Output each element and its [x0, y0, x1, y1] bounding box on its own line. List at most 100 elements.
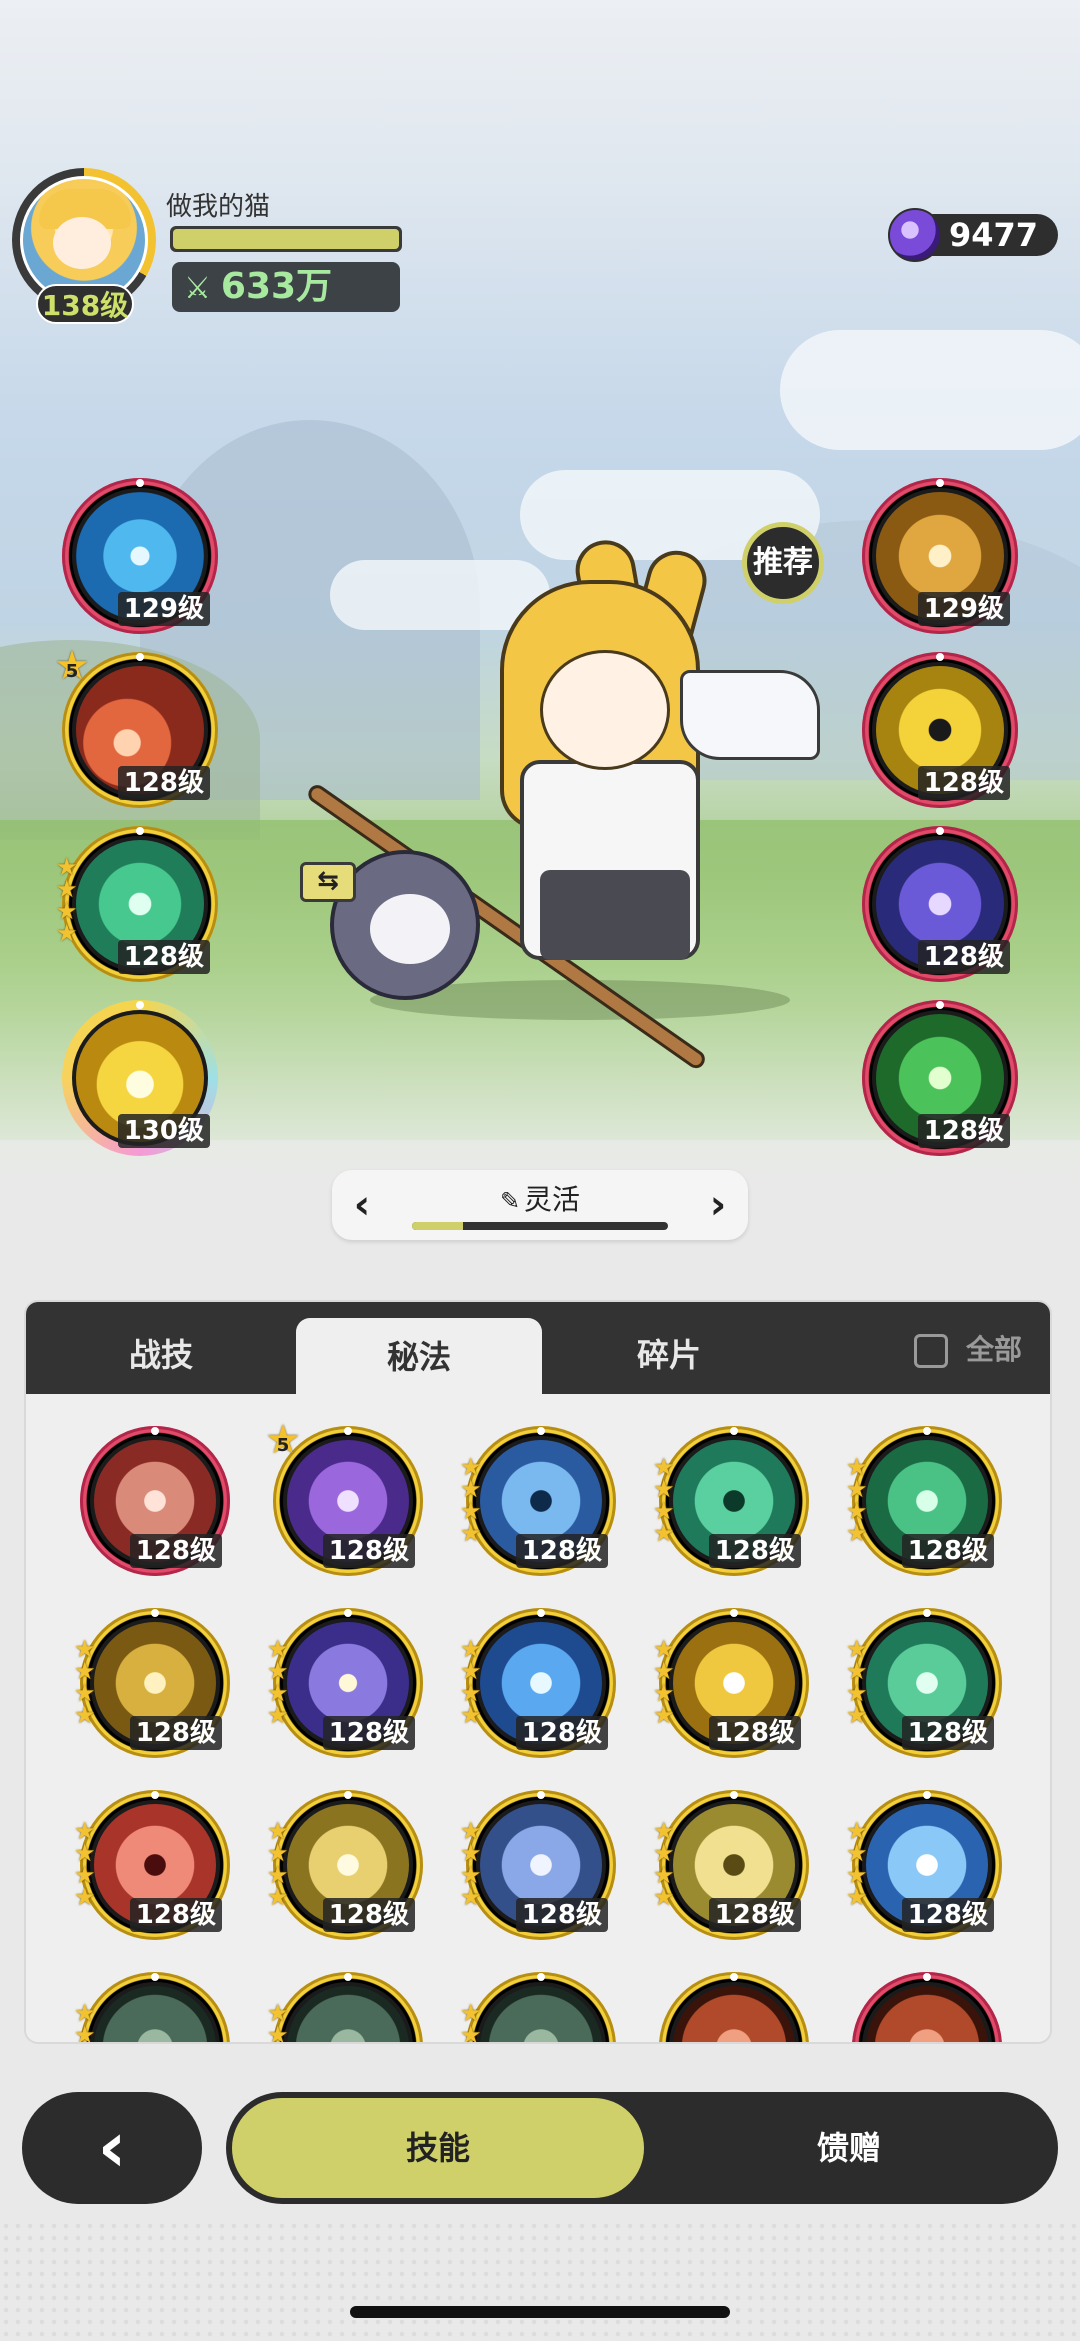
skill-level-label: 128级: [917, 766, 1010, 800]
tab-gifts[interactable]: 馈赠: [646, 2098, 1052, 2198]
swap-icon: ⇆: [317, 866, 339, 896]
skill-level-label: 128级: [515, 1716, 608, 1750]
swap-pet-button[interactable]: ⇆: [300, 862, 356, 902]
next-build-button[interactable]: ›: [698, 1180, 738, 1230]
equipped-skill-right-2[interactable]: 128级: [862, 652, 1018, 808]
build-name[interactable]: ✎ 灵活: [332, 1178, 748, 1218]
star-icon: ★: [846, 1701, 868, 1729]
skill-slot[interactable]: ★★★★: [267, 1972, 423, 2042]
dim-red-icon: [862, 1982, 992, 2042]
star-rating: ★★★★: [74, 2001, 102, 2044]
skill-level-label: 128级: [901, 1898, 994, 1932]
equipped-skill-right-1[interactable]: 129级: [862, 478, 1018, 634]
star-icon: ★: [846, 1883, 868, 1911]
equipped-skill-left-4[interactable]: 130级: [62, 1000, 218, 1156]
equipped-skill-left-3[interactable]: ★ ★ ★ ★ 128级: [56, 826, 218, 982]
edit-pencil-icon: ✎: [499, 1187, 521, 1215]
star-rating: ★★★★: [460, 2001, 488, 2042]
show-all-label: 全部: [965, 1333, 1022, 1366]
star-icon: ★: [74, 2021, 96, 2044]
skill-slot[interactable]: [659, 1972, 809, 2042]
dim-icon: [90, 1982, 220, 2042]
skill-slot[interactable]: ★ ★ ★ ★ 128级: [846, 1426, 1002, 1576]
player-name: 做我的猫: [166, 192, 271, 222]
skill-slot[interactable]: ★ ★ ★ ★ 128级: [267, 1608, 423, 1758]
show-all-toggle[interactable]: 全部: [913, 1332, 1022, 1368]
recommend-button[interactable]: 推荐: [742, 522, 824, 604]
skill-level-label: 128级: [917, 1114, 1010, 1148]
tab-skills[interactable]: 技能: [232, 2098, 644, 2198]
skill-slot[interactable]: ★ ★ ★ ★ 128级: [74, 1790, 230, 1940]
star-icon: ★: [267, 1701, 289, 1729]
back-button[interactable]: ‹: [22, 2092, 202, 2204]
orb-top-marker: [923, 1973, 931, 1981]
skill-slot[interactable]: ★ ★ ★ ★ 128级: [460, 1608, 616, 1758]
build-selector: ‹ ✎ 灵活 ›: [332, 1170, 748, 1240]
orb-top-marker: [730, 1791, 738, 1799]
orb-top-marker: [936, 653, 944, 661]
tab-arcane[interactable]: 秘法: [296, 1318, 542, 1396]
skill-slot[interactable]: ★ ★ ★ ★ 128级: [653, 1608, 809, 1758]
build-progress-track: [412, 1222, 668, 1230]
star-rank-icon: ★ 5: [263, 1420, 303, 1460]
star-rating: ★★★★: [653, 1455, 681, 1545]
skill-level-label: 128级: [515, 1534, 608, 1568]
equipped-skill-right-4[interactable]: 128级: [862, 1000, 1018, 1156]
build-progress-fill: [412, 1222, 464, 1230]
skill-slot[interactable]: ★ ★ ★ ★ 128级: [267, 1790, 423, 1940]
skill-level-label: 128级: [708, 1716, 801, 1750]
equipped-skill-left-2[interactable]: ★ 5 128级: [54, 646, 218, 808]
skill-level-label: 128级: [322, 1534, 415, 1568]
orb-top-marker: [537, 1609, 545, 1617]
orb-top-marker: [151, 1427, 159, 1435]
skill-slot[interactable]: ★ ★ ★ ★ 128级: [846, 1790, 1002, 1940]
orb-top-marker: [151, 1791, 159, 1799]
orb-top-marker: [537, 1973, 545, 1981]
orb-top-marker: [151, 1973, 159, 1981]
orb-top-marker: [344, 1791, 352, 1799]
orb-top-marker: [136, 827, 144, 835]
star-icon: ★: [460, 1701, 482, 1729]
skill-level-label: 128级: [917, 940, 1010, 974]
skill-slot[interactable]: ★ ★ ★ ★ 128级: [460, 1790, 616, 1940]
skill-level-label: 128级: [117, 766, 210, 800]
skill-slot[interactable]: ★★★★: [460, 1972, 616, 2042]
orb-top-marker: [344, 1973, 352, 1981]
dim-icon: [476, 1982, 606, 2042]
hp-bar: [170, 226, 402, 252]
tab-combat-skills[interactable]: 战技: [26, 1316, 296, 1394]
equipped-skill-right-3[interactable]: 128级: [862, 826, 1018, 982]
orb-top-marker: [936, 479, 944, 487]
skill-slot[interactable]: ★ 5 128级: [265, 1420, 423, 1576]
star-rating: ★★★★: [846, 1819, 874, 1911]
character-face: [540, 650, 670, 770]
skill-level-label: 128级: [322, 1898, 415, 1932]
home-indicator[interactable]: [350, 2306, 730, 2318]
skill-slot[interactable]: ★ ★ ★ ★ 128级: [460, 1426, 616, 1576]
orb-top-marker: [537, 1427, 545, 1435]
skill-level-label: 128级: [129, 1898, 222, 1932]
star-icon: ★: [56, 919, 78, 947]
dim-red-icon: [669, 1982, 799, 2042]
skill-slot[interactable]: ★ ★ ★ ★ 128级: [653, 1426, 809, 1576]
skill-slot[interactable]: [852, 1972, 1002, 2042]
orb-top-marker: [136, 479, 144, 487]
bottom-pattern: [0, 2220, 1080, 2341]
skill-level-label: 128级: [901, 1716, 994, 1750]
equipped-skill-left-1[interactable]: 129级: [62, 478, 218, 634]
skill-slot[interactable]: ★★★★: [74, 1972, 230, 2042]
orb-top-marker: [923, 1791, 931, 1799]
tab-fragments[interactable]: 碎片: [542, 1316, 796, 1394]
skill-level-label: 129级: [117, 592, 210, 626]
skill-slot[interactable]: 128级: [80, 1426, 230, 1576]
star-rank-label: 5: [65, 661, 79, 682]
star-rating: ★★★★: [74, 1637, 102, 1727]
star-rating: ★★★★: [460, 1637, 488, 1729]
skill-slot[interactable]: ★ ★ ★ ★ 128级: [653, 1790, 809, 1940]
star-icon: ★: [653, 1701, 675, 1729]
skill-slot[interactable]: ★ ★ ★ ★ 128级: [74, 1608, 230, 1758]
orb-top-marker: [923, 1427, 931, 1435]
skill-level-label: 128级: [129, 1716, 222, 1750]
hp-bar-fill: [173, 229, 399, 249]
skill-slot[interactable]: ★ ★ ★ ★ 128级: [846, 1608, 1002, 1758]
